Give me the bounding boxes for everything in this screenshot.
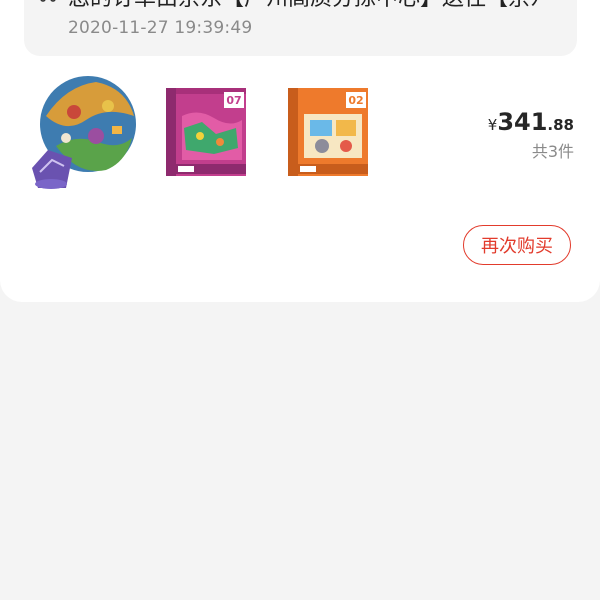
- currency-symbol: ¥: [487, 116, 498, 134]
- price-decimal: .88: [547, 116, 574, 134]
- logistics-banner[interactable]: 您的订单由京东【广州高质分拣中心】送往【京东专线】 2020-11-27 19:…: [24, 0, 577, 56]
- order-total-price: ¥341.88: [488, 108, 574, 136]
- level-07-puzzle-thumbnail[interactable]: 07: [154, 76, 270, 192]
- rebuy-button[interactable]: 再次购买: [463, 225, 571, 265]
- svg-text:02: 02: [348, 94, 363, 107]
- logistics-time: 2020-11-27 19:39:49: [68, 18, 253, 38]
- truck-icon: [40, 0, 56, 2]
- level-02-puzzle-thumbnail[interactable]: 02: [276, 76, 392, 192]
- circular-puzzle-thumbnail[interactable]: [26, 76, 142, 192]
- svg-text:07: 07: [226, 94, 241, 107]
- price-integer: 341: [497, 108, 548, 136]
- order-card[interactable]: 您的订单由京东【广州高质分拣中心】送往【京东专线】 2020-11-27 19:…: [0, 0, 600, 302]
- item-count: 共3件: [531, 142, 574, 161]
- logistics-status-text: 您的订单由京东【广州高质分拣中心】送往【京东专线】: [68, 0, 538, 12]
